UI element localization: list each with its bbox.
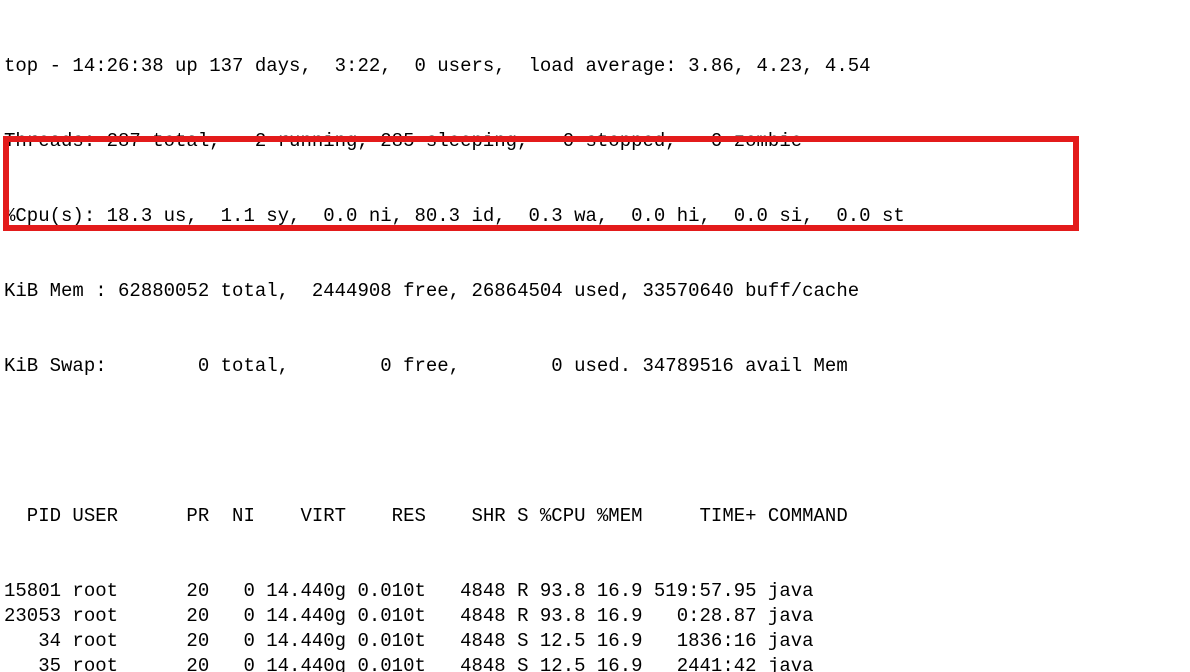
summary-line-threads: Threads: 287 total, 2 running, 285 sleep… [4, 129, 1186, 154]
process-row: 15801 root 20 0 14.440g 0.010t 4848 R 93… [4, 579, 1186, 604]
process-row: 35 root 20 0 14.440g 0.010t 4848 S 12.5 … [4, 654, 1186, 672]
summary-line-top: top - 14:26:38 up 137 days, 3:22, 0 user… [4, 54, 1186, 79]
process-row: 34 root 20 0 14.440g 0.010t 4848 S 12.5 … [4, 629, 1186, 654]
blank-line [4, 429, 1186, 454]
process-table-header: PID USER PR NI VIRT RES SHR S %CPU %MEM … [4, 504, 1186, 529]
summary-line-swap: KiB Swap: 0 total, 0 free, 0 used. 34789… [4, 354, 1186, 379]
process-table-body: 15801 root 20 0 14.440g 0.010t 4848 R 93… [4, 579, 1186, 672]
process-row: 23053 root 20 0 14.440g 0.010t 4848 R 93… [4, 604, 1186, 629]
summary-line-cpu: %Cpu(s): 18.3 us, 1.1 sy, 0.0 ni, 80.3 i… [4, 204, 1186, 229]
summary-line-mem: KiB Mem : 62880052 total, 2444908 free, … [4, 279, 1186, 304]
terminal-output: top - 14:26:38 up 137 days, 3:22, 0 user… [0, 0, 1190, 672]
